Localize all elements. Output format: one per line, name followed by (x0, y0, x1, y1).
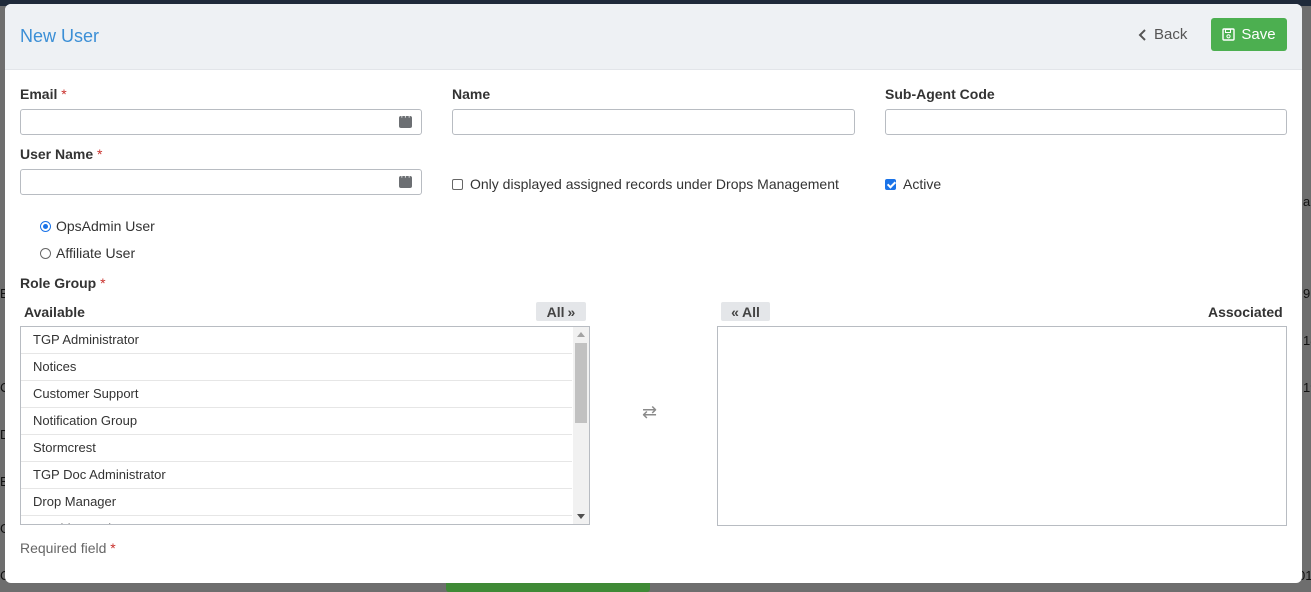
username-field[interactable] (20, 169, 422, 195)
available-label: Available (24, 304, 85, 320)
required-asterisk: * (100, 275, 106, 291)
scroll-down-arrow-icon[interactable] (577, 514, 585, 519)
double-chevron-right-icon: » (567, 303, 576, 320)
save-button[interactable]: Save (1211, 18, 1287, 51)
list-item[interactable]: Customer Support (21, 381, 572, 408)
swap-arrows-icon[interactable]: ⇄ (642, 402, 657, 423)
dialog-header: New User Back Save (5, 4, 1302, 70)
password-manager-icon[interactable] (399, 111, 412, 128)
move-all-right-button[interactable]: All » (536, 302, 586, 321)
associated-label: Associated (1208, 304, 1283, 320)
background-text: 18 (1303, 333, 1311, 348)
save-label: Save (1241, 26, 1276, 43)
required-asterisk: * (97, 146, 103, 162)
name-field[interactable] (452, 109, 855, 135)
background-text: 9 (1303, 286, 1311, 301)
background-text: 19 (1303, 380, 1311, 395)
active-checkbox[interactable]: Active (885, 176, 941, 192)
dialog-title: New User (20, 26, 100, 46)
move-all-right-label: All (546, 303, 565, 320)
checkbox-unchecked-icon[interactable] (452, 178, 463, 190)
radio-selected-icon[interactable] (40, 220, 51, 232)
email-field[interactable] (20, 109, 422, 135)
list-item[interactable]: Notices (21, 354, 572, 381)
only-assigned-label: Only displayed assigned records under Dr… (470, 176, 839, 192)
required-field-note: Required field * (20, 540, 116, 556)
name-label: Name (452, 86, 491, 102)
subagent-code-field[interactable] (885, 109, 1287, 135)
back-label: Back (1154, 26, 1188, 43)
checkbox-checked-icon[interactable] (885, 178, 896, 190)
only-assigned-checkbox[interactable]: Only displayed assigned records under Dr… (452, 176, 839, 192)
double-chevron-left-icon: « (731, 303, 739, 320)
background-text: a (1303, 194, 1311, 209)
radio-unselected-icon[interactable] (40, 247, 51, 259)
list-item[interactable]: TGP Doc Administrator (21, 462, 572, 489)
password-manager-icon[interactable] (399, 171, 412, 188)
username-label: User Name * (20, 146, 103, 162)
list-item[interactable]: Outside Vendor (21, 516, 572, 524)
opsadmin-user-radio[interactable]: OpsAdmin User (40, 218, 155, 234)
available-roles-list[interactable]: TGP Administrator Notices Customer Suppo… (20, 326, 590, 525)
affiliate-user-radio[interactable]: Affiliate User (40, 245, 135, 261)
email-label: Email * (20, 86, 67, 102)
scrollbar-thumb[interactable] (575, 343, 587, 423)
move-all-left-label: All (741, 303, 760, 320)
required-asterisk: * (61, 86, 67, 102)
background-button (446, 582, 650, 592)
required-asterisk: * (110, 540, 116, 556)
subagent-code-label: Sub-Agent Code (885, 86, 995, 102)
chevron-left-icon (1138, 28, 1146, 41)
new-user-dialog: New User Back Save Email * Name Sub-Agen… (5, 4, 1302, 583)
floppy-disk-icon (1222, 28, 1236, 41)
list-item[interactable]: Drop Manager (21, 489, 572, 516)
list-item[interactable]: TGP Administrator (21, 327, 572, 354)
list-scrollbar[interactable] (573, 327, 589, 524)
back-button[interactable]: Back (1138, 26, 1187, 43)
associated-roles-list[interactable] (717, 326, 1287, 526)
role-group-label: Role Group * (20, 275, 106, 291)
radio-label: Affiliate User (56, 245, 136, 261)
move-all-left-button[interactable]: « All (721, 302, 770, 321)
radio-label: OpsAdmin User (56, 218, 155, 234)
list-item[interactable]: Stormcrest (21, 435, 572, 462)
scroll-up-arrow-icon[interactable] (577, 332, 585, 337)
list-item[interactable]: Notification Group (21, 408, 572, 435)
active-label: Active (903, 176, 942, 192)
